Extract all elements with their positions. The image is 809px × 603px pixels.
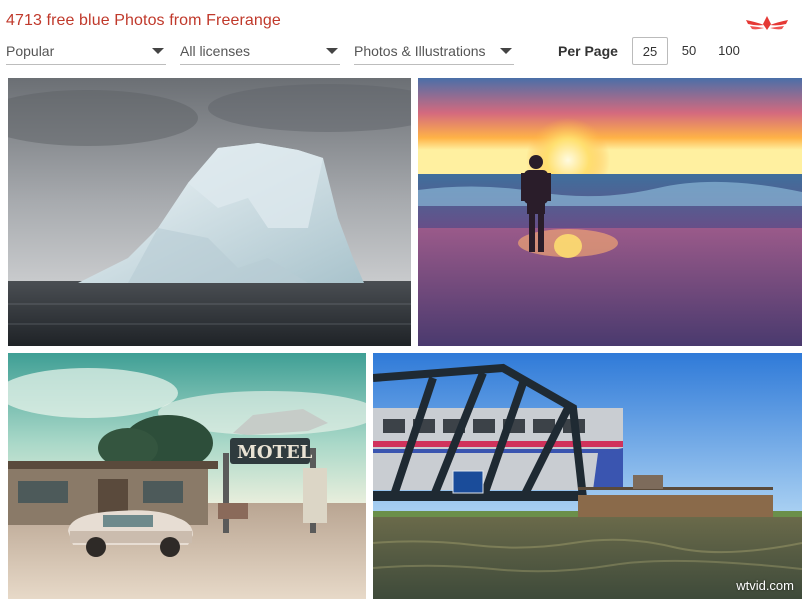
per-page-100-button[interactable]: 100 <box>712 37 746 65</box>
watermark-text: wtvid.com <box>736 578 794 593</box>
photo-iceberg[interactable] <box>8 78 411 346</box>
per-page-25-button[interactable]: 25 <box>632 37 668 65</box>
license-dropdown[interactable]: All licenses <box>180 38 340 65</box>
type-dropdown-label: Photos & Illustrations <box>354 43 486 59</box>
iceberg-image <box>8 78 411 346</box>
per-page-label: Per Page <box>558 43 618 59</box>
chevron-down-icon <box>500 48 512 54</box>
type-dropdown[interactable]: Photos & Illustrations <box>354 38 514 65</box>
sort-dropdown-label: Popular <box>6 43 55 59</box>
chevron-down-icon <box>326 48 338 54</box>
license-dropdown-label: All licenses <box>180 43 251 59</box>
photo-motel[interactable]: MOTEL <box>8 353 366 599</box>
sort-dropdown[interactable]: Popular <box>6 38 166 65</box>
train-bridge-image <box>373 353 802 599</box>
chevron-down-icon <box>152 48 164 54</box>
motel-image: MOTEL <box>8 353 366 599</box>
page-title: 4713 free blue Photos from Freerange <box>6 12 281 29</box>
svg-text:MOTEL: MOTEL <box>237 442 313 463</box>
photo-sunset-beach[interactable] <box>418 78 802 346</box>
freerange-logo-icon[interactable] <box>744 12 790 34</box>
sunset-image <box>418 78 802 346</box>
photo-train-bridge[interactable]: wtvid.com <box>373 353 802 599</box>
per-page-50-button[interactable]: 50 <box>676 37 702 65</box>
